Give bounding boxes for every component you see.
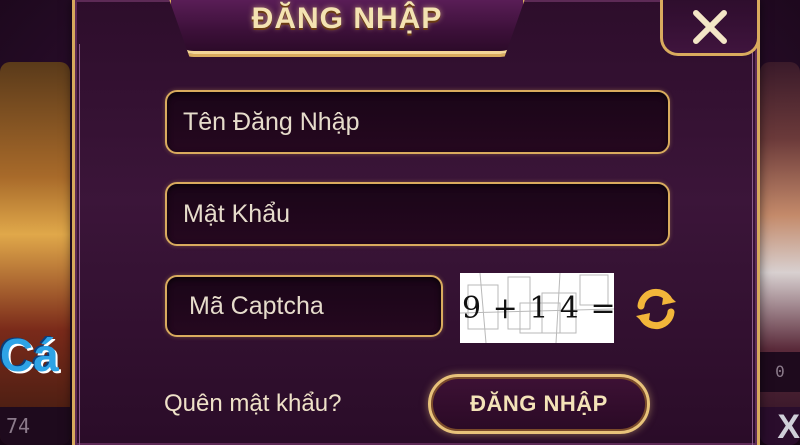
background-game-tile-right: 0 X	[760, 62, 800, 445]
game-tile-counter: 74	[0, 407, 70, 445]
background-game-tile-left: Cá 74	[0, 62, 70, 445]
password-field[interactable]	[165, 182, 670, 246]
refresh-icon	[636, 288, 676, 330]
forgot-password-link[interactable]: Quên mật khẩu?	[164, 390, 341, 418]
captcha-input[interactable]	[187, 290, 441, 322]
game-tile-logo-text: Cá	[0, 329, 59, 381]
close-button[interactable]	[660, 0, 760, 56]
dialog-title: ĐĂNG NHẬP	[251, 2, 443, 35]
login-submit-label: ĐĂNG NHẬP	[470, 391, 608, 416]
username-field[interactable]	[165, 90, 670, 154]
captcha-refresh-button[interactable]	[632, 285, 680, 333]
login-submit-button[interactable]: ĐĂNG NHẬP	[428, 374, 650, 434]
dialog-title-tab: ĐĂNG NHẬP	[168, 0, 526, 57]
game-tile-counter: 0	[760, 352, 800, 392]
captcha-field[interactable]	[165, 275, 443, 337]
password-input[interactable]	[181, 198, 668, 230]
close-icon	[693, 9, 727, 44]
game-tile-glyph: X	[760, 407, 800, 445]
username-input[interactable]	[181, 106, 668, 138]
captcha-text: 9 + 1 4 = ?	[462, 291, 614, 326]
captcha-image: 9 + 1 4 = ?	[460, 273, 614, 343]
